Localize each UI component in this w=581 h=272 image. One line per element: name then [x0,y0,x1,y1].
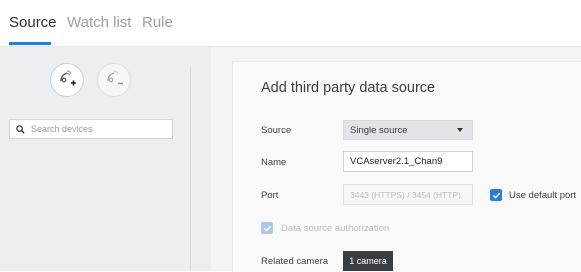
source-select[interactable]: Single source [343,120,473,140]
active-tab-indicator [9,42,51,45]
search-field[interactable] [9,119,173,139]
port-input[interactable] [343,184,473,205]
sidebar-divider [190,67,191,271]
use-default-port-checkbox[interactable] [490,189,502,201]
add-source-button[interactable] [50,63,84,97]
add-source-icon [56,67,78,94]
data-source-auth-checkbox[interactable] [261,222,273,234]
name-input[interactable] [343,151,473,172]
search-icon [16,124,25,134]
source-label: Source [261,125,292,136]
port-label: Port [261,190,279,201]
search-input[interactable] [31,124,161,134]
checkmark-icon [263,225,271,232]
remove-source-button[interactable] [97,63,131,97]
data-source-auth-label: Data source authorization [281,223,390,234]
tab-bar: Source Watch list Rule [0,0,581,47]
checkmark-icon [492,192,500,199]
use-default-port-label: Use default port [509,190,577,201]
source-select-value: Single source [350,124,408,136]
name-label: Name [261,157,287,168]
chevron-down-icon [457,128,463,132]
related-camera-label: Related camera [261,256,329,267]
panel-title: Add third party data source [261,80,436,96]
tab-rule[interactable]: Rule [142,14,173,31]
remove-source-icon [103,67,125,94]
tab-source[interactable]: Source [9,14,57,31]
device-sidebar [0,47,211,271]
tab-watch-list[interactable]: Watch list [67,14,131,31]
related-camera-button[interactable]: 1 camera [343,251,393,271]
